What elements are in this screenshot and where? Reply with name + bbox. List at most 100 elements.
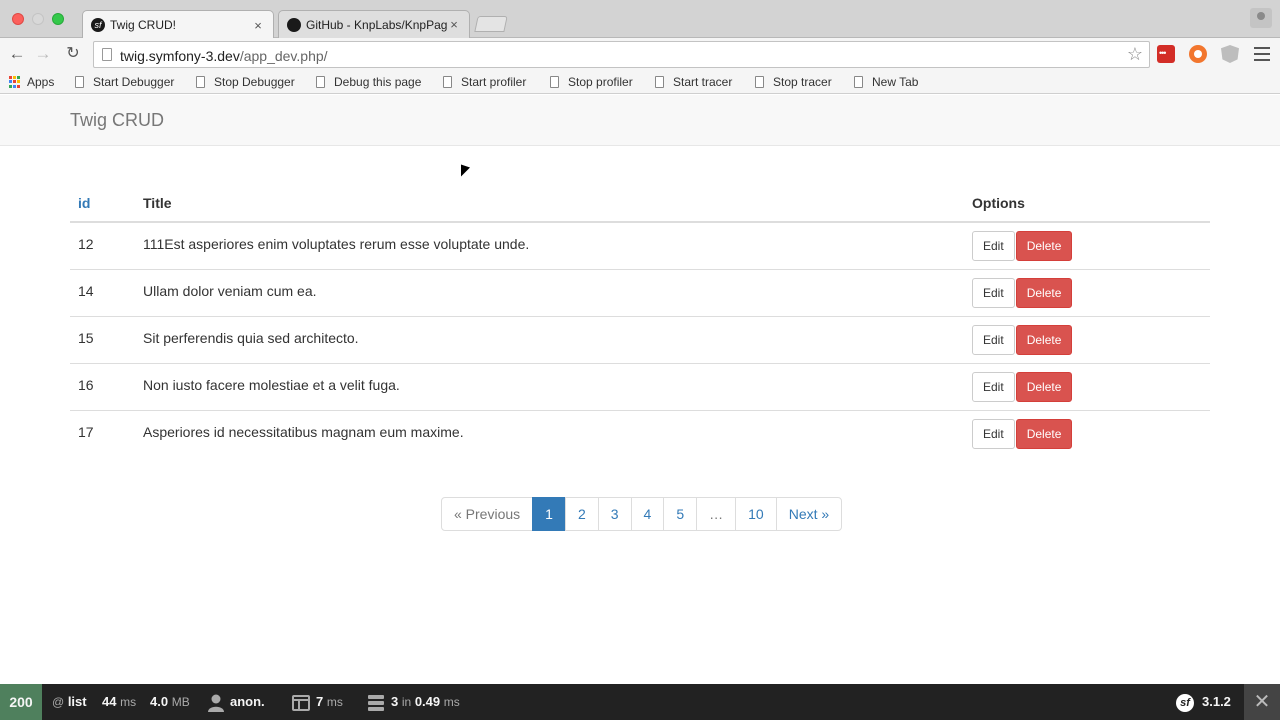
pagination-page-1[interactable]: 1 [532,497,566,531]
pagination-page-2[interactable]: 2 [564,497,599,531]
version-text: 3.1.2 [1202,694,1231,709]
bookmark-start-tracer[interactable]: Start tracer [655,75,732,89]
bookmark-new-tab[interactable]: New Tab [854,75,918,89]
menu-icon[interactable] [1254,47,1270,61]
bookmark-label: Start profiler [461,75,527,89]
minimize-window-button[interactable] [32,13,44,25]
column-header-id[interactable]: id [70,184,135,223]
route-name: list [67,694,87,709]
page-icon [443,76,452,88]
bookmark-label: Start tracer [673,75,733,89]
delete-button[interactable]: Delete [1015,231,1073,261]
twig-value: 7 [316,694,324,709]
bookmark-debug-this-page[interactable]: Debug this page [316,75,421,89]
security-user[interactable]: anon. [208,684,265,720]
row-title: Ullam dolor veniam cum ea. [135,268,964,316]
delete-button[interactable]: Delete [1015,277,1073,308]
db-count: 3 [391,694,399,709]
pagination: « Previous 1 2 3 4 5 … 10 Next » [441,497,843,531]
user-name: anon. [230,694,265,709]
request-time[interactable]: 44 ms [102,684,136,720]
browser-titlebar: sf Twig CRUD! × GitHub - KnpLabs/KnpPagi… [0,0,1280,39]
row-id: 16 [70,362,135,410]
memory-unit: MB [171,695,190,709]
bookmark-apps[interactable]: Apps [9,75,54,89]
bookmark-stop-tracer[interactable]: Stop tracer [755,75,832,89]
pagination-page-3[interactable]: 3 [597,497,632,531]
delete-button[interactable]: Delete [1015,371,1073,402]
close-toolbar-button[interactable]: ✕ [1244,684,1280,720]
pagination-next[interactable]: Next » [775,497,843,531]
edit-button[interactable]: Edit [972,324,1015,355]
db-time: 0.49 [414,694,441,709]
tab-close-icon[interactable]: × [447,17,461,32]
twig-template-icon [292,694,310,711]
pagination-page-4[interactable]: 4 [630,497,665,531]
table-row: 15 Sit perferendis quia sed architecto. … [70,315,1210,363]
edit-button[interactable]: Edit [972,231,1015,261]
symfony-favicon-icon: sf [91,18,105,32]
tab-twig-crud[interactable]: sf Twig CRUD! × [82,10,274,39]
url-host: twig.symfony-3.dev [120,48,240,64]
table-row: 16 Non iusto facere molestiae et a velit… [70,362,1210,410]
edit-button[interactable]: Edit [972,371,1015,402]
db-unit: ms [443,695,460,709]
row-id: 14 [70,268,135,316]
route-info[interactable]: @ list [52,684,87,720]
reload-icon[interactable]: ↻ [61,42,85,66]
back-arrow-icon[interactable]: ← [5,42,29,66]
github-favicon-icon [287,17,301,32]
pagination-page-10[interactable]: 10 [735,497,777,531]
delete-button[interactable]: Delete [1015,324,1073,355]
edit-button[interactable]: Edit [972,418,1015,449]
forward-arrow-icon[interactable]: → [31,42,55,66]
column-header-options: Options [964,184,1210,223]
new-tab-button[interactable] [474,16,508,32]
bookmark-label: Stop tracer [773,75,832,89]
bookmark-label: Start Debugger [93,75,175,89]
database-queries[interactable]: 3 in 0.49 ms [367,684,460,720]
twig-render-time[interactable]: 7 ms [292,684,343,720]
angular-extension-icon[interactable] [1221,45,1239,63]
tab-close-icon[interactable]: × [251,18,265,33]
twig-unit: ms [326,695,343,709]
time-value: 44 [102,694,117,709]
tab-label: GitHub - KnpLabs/KnpPagi [306,17,447,32]
bookmark-start-debugger[interactable]: Start Debugger [75,75,174,89]
tab-label: Twig CRUD! [110,18,177,32]
edit-button[interactable]: Edit [972,277,1015,308]
lastpass-extension-icon[interactable] [1157,45,1175,63]
close-window-button[interactable] [12,13,24,25]
column-header-title: Title [135,184,964,223]
navbar-brand[interactable]: Twig CRUD [70,110,164,131]
memory-value: 4.0 [150,694,169,709]
bookmark-stop-profiler[interactable]: Stop profiler [550,75,633,89]
maximize-window-button[interactable] [52,13,64,25]
bookmark-star-icon[interactable]: ☆ [1127,44,1143,65]
bookmark-label: Debug this page [334,75,422,89]
ubuntu-extension-icon[interactable] [1189,45,1207,63]
profile-icon[interactable] [1250,8,1272,28]
table-row: 14 Ullam dolor veniam cum ea. Edit Delete [70,268,1210,316]
bookmark-stop-debugger[interactable]: Stop Debugger [196,75,295,89]
crud-table: id Title Options 12 111Est asperiores en… [70,184,1210,457]
route-at-sign: @ [52,695,65,709]
memory-usage[interactable]: 4.0 MB [150,684,190,720]
database-icon [368,694,384,711]
symfony-logo-icon: sf [1176,693,1194,712]
apps-grid-icon [9,76,21,88]
db-in: in [401,695,412,709]
row-title: Non iusto facere molestiae et a velit fu… [135,362,964,410]
status-code-badge[interactable]: 200 [0,684,42,720]
pagination-page-5[interactable]: 5 [663,497,698,531]
symfony-version[interactable]: sf 3.1.2 [1176,684,1231,720]
table-header-row: id Title Options [70,184,1210,223]
table-row: 12 111Est asperiores enim voluptates rer… [70,222,1210,269]
pagination-previous[interactable]: « Previous [441,497,534,531]
tab-github[interactable]: GitHub - KnpLabs/KnpPagi × [278,10,470,38]
url-text[interactable]: twig.symfony-3.dev/app_dev.php/ [120,48,328,64]
row-id: 12 [78,236,94,252]
bookmark-start-profiler[interactable]: Start profiler [443,75,526,89]
address-bar[interactable]: twig.symfony-3.dev/app_dev.php/ ☆ [93,41,1150,68]
delete-button[interactable]: Delete [1015,418,1073,449]
